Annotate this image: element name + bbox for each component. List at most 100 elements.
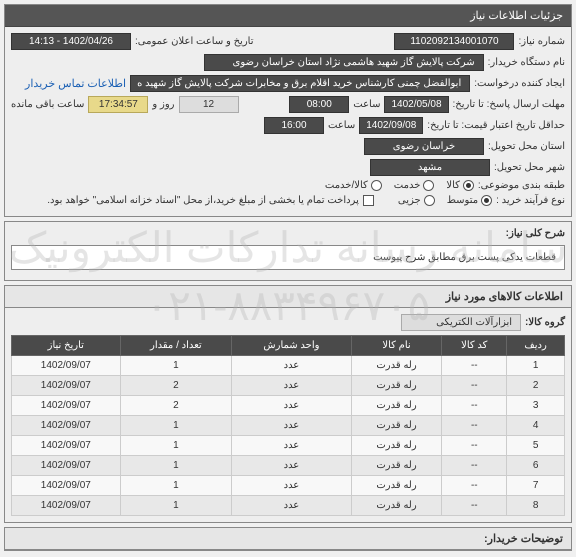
cell-qty: 1 — [120, 456, 232, 476]
cell-row: 3 — [507, 396, 565, 416]
countdown: 17:34:57 — [88, 96, 148, 113]
cell-row: 5 — [507, 436, 565, 456]
cell-unit: عدد — [232, 456, 352, 476]
resp-deadline-label: مهلت ارسال پاسخ: تا تاریخ: — [453, 99, 565, 110]
budget-both-radio[interactable]: کالا/خدمت — [325, 180, 382, 191]
table-row: 8--رله قدرتعدد11402/09/07 — [12, 496, 565, 516]
remain-days: 12 — [179, 96, 239, 113]
cell-row: 2 — [507, 376, 565, 396]
buy-type-label: نوع فرآیند خرید : — [496, 195, 565, 206]
cell-qty: 1 — [120, 476, 232, 496]
need-no-label: شماره نیاز: — [518, 36, 565, 47]
cell-date: 1402/09/07 — [12, 476, 121, 496]
th-name: نام کالا — [351, 336, 442, 356]
valid-time-value: 16:00 — [264, 117, 324, 134]
buyer-notes-label: توضیحات خریدار: — [5, 528, 571, 550]
table-row: 5--رله قدرتعدد11402/09/07 — [12, 436, 565, 456]
table-row: 7--رله قدرتعدد11402/09/07 — [12, 476, 565, 496]
table-row: 6--رله قدرتعدد11402/09/07 — [12, 456, 565, 476]
city-label: شهر محل تحویل: — [494, 162, 565, 173]
cell-qty: 1 — [120, 416, 232, 436]
table-row: 1--رله قدرتعدد11402/09/07 — [12, 356, 565, 376]
pub-date-value: 1402/04/26 - 14:13 — [11, 33, 131, 50]
radio-icon — [424, 195, 435, 206]
resp-time-value: 08:00 — [289, 96, 349, 113]
th-row: ردیف — [507, 336, 565, 356]
cell-date: 1402/09/07 — [12, 416, 121, 436]
remain-text: ساعت باقی مانده — [11, 99, 84, 110]
th-qty: تعداد / مقدار — [120, 336, 232, 356]
cell-code: -- — [442, 356, 507, 376]
valid-label: حداقل تاریخ اعتبار قیمت: تا تاریخ: — [427, 120, 565, 131]
budget-goods-label: کالا — [446, 180, 460, 191]
cell-name: رله قدرت — [351, 376, 442, 396]
time-label-1: ساعت — [353, 99, 380, 110]
cell-name: رله قدرت — [351, 396, 442, 416]
cell-unit: عدد — [232, 476, 352, 496]
cell-code: -- — [442, 396, 507, 416]
buy-partial-label: جزیی — [398, 195, 421, 206]
cell-row: 4 — [507, 416, 565, 436]
items-section-title: اطلاعات کالاهای مورد نیاز — [5, 286, 571, 308]
group-label: گروه کالا: — [525, 317, 565, 328]
desc-panel: شرح کلی نیاز: قطعات یدکی پست برق مطابق ش… — [4, 221, 572, 281]
budget-both-label: کالا/خدمت — [325, 180, 368, 191]
province-value: خراسان رضوی — [364, 138, 484, 155]
pay-note: پرداخت تمام یا بخشی از مبلغ خرید،از محل … — [47, 195, 359, 206]
th-unit: واحد شمارش — [232, 336, 352, 356]
need-no-value: 1102092134001070 — [394, 33, 514, 50]
footer-panel: توضیحات خریدار: — [4, 527, 572, 551]
cell-date: 1402/09/07 — [12, 356, 121, 376]
cell-name: رله قدرت — [351, 476, 442, 496]
cell-qty: 1 — [120, 496, 232, 516]
main-panel: جزئیات اطلاعات نیاز شماره نیاز: 11020921… — [4, 4, 572, 217]
th-date: تاریخ نیاز — [12, 336, 121, 356]
valid-date-value: 1402/09/08 — [359, 117, 423, 134]
cell-date: 1402/09/07 — [12, 396, 121, 416]
budget-radio-group: کالا خدمت کالا/خدمت — [325, 180, 474, 191]
contact-link[interactable]: اطلاعات تماس خریدار — [25, 77, 126, 90]
cell-qty: 1 — [120, 356, 232, 376]
buy-partial-radio[interactable]: جزیی — [398, 195, 435, 206]
budget-service-radio[interactable]: خدمت — [394, 180, 435, 191]
cell-unit: عدد — [232, 416, 352, 436]
group-value: ابزارآلات الکتریکی — [401, 314, 521, 331]
buy-small-radio[interactable]: متوسط — [447, 195, 492, 206]
cell-unit: عدد — [232, 436, 352, 456]
table-row: 3--رله قدرتعدد21402/09/07 — [12, 396, 565, 416]
cell-name: رله قدرت — [351, 436, 442, 456]
cell-name: رله قدرت — [351, 356, 442, 376]
province-label: استان محل تحویل: — [488, 141, 565, 152]
city-value: مشهد — [370, 159, 490, 176]
cell-row: 6 — [507, 456, 565, 476]
cell-unit: عدد — [232, 396, 352, 416]
requester-label: ایجاد کننده درخواست: — [474, 78, 565, 89]
radio-icon — [481, 195, 492, 206]
days-and-label: روز و — [152, 99, 174, 110]
time-label-2: ساعت — [328, 120, 355, 131]
radio-icon — [371, 180, 382, 191]
buyer-label: نام دستگاه خریدار: — [488, 57, 565, 68]
radio-icon — [423, 180, 434, 191]
radio-icon — [463, 180, 474, 191]
cell-code: -- — [442, 416, 507, 436]
pub-date-label: تاریخ و ساعت اعلان عمومی: — [135, 36, 254, 47]
items-panel: اطلاعات کالاهای مورد نیاز گروه کالا: ابز… — [4, 285, 572, 523]
cell-name: رله قدرت — [351, 456, 442, 476]
cell-code: -- — [442, 436, 507, 456]
requester-value: ابوالفضل چمنی کارشناس خرید اقلام برق و م… — [130, 75, 470, 92]
desc-label: شرح کلی نیاز: — [506, 228, 565, 239]
budget-goods-radio[interactable]: کالا — [446, 180, 474, 191]
cell-unit: عدد — [232, 496, 352, 516]
pay-checkbox[interactable] — [363, 195, 374, 206]
cell-date: 1402/09/07 — [12, 376, 121, 396]
cell-row: 1 — [507, 356, 565, 376]
cell-date: 1402/09/07 — [12, 456, 121, 476]
cell-code: -- — [442, 456, 507, 476]
cell-unit: عدد — [232, 356, 352, 376]
items-table: ردیف کد کالا نام کالا واحد شمارش تعداد /… — [11, 335, 565, 516]
cell-code: -- — [442, 476, 507, 496]
cell-date: 1402/09/07 — [12, 496, 121, 516]
buy-type-radio-group: متوسط جزیی — [398, 195, 492, 206]
cell-date: 1402/09/07 — [12, 436, 121, 456]
